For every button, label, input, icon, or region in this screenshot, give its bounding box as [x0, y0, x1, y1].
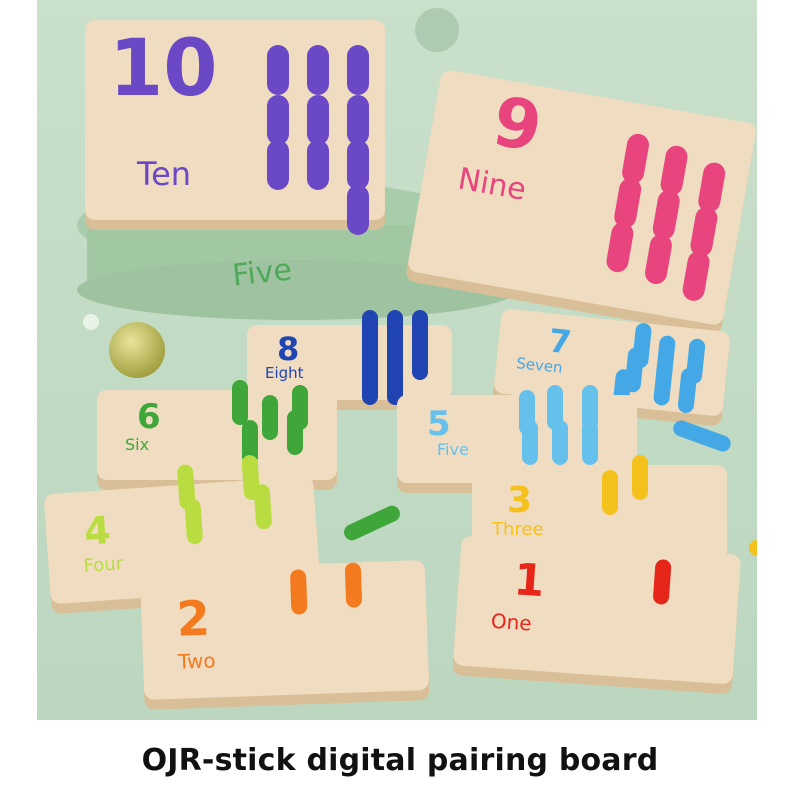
board-two: 2Two	[140, 560, 430, 710]
board-number: 10	[109, 24, 218, 114]
peg	[232, 380, 248, 425]
board-number: 1	[512, 554, 546, 607]
board-word: Two	[177, 648, 216, 673]
board-number: 4	[83, 508, 112, 554]
peg	[307, 95, 329, 145]
peg	[267, 45, 289, 95]
peg	[253, 484, 272, 530]
peg	[653, 559, 672, 605]
ball	[109, 322, 165, 378]
peg	[262, 395, 278, 440]
peg	[307, 45, 329, 95]
peg	[290, 569, 308, 615]
peg	[412, 335, 428, 380]
board-word: Eight	[265, 364, 304, 382]
board-word: Four	[83, 553, 124, 577]
peg	[307, 140, 329, 190]
board-word: Six	[125, 435, 149, 454]
board-number: 3	[507, 480, 532, 521]
board-six: 6Six	[97, 380, 337, 490]
board-number: 8	[277, 330, 299, 368]
board-word: One	[490, 609, 532, 636]
pedestal-text: Five	[231, 253, 294, 294]
board-number: 6	[137, 397, 161, 437]
peg	[362, 360, 378, 405]
product-photo: Five 10 Ten 9 Nine 8 Eight 7 Seven 6 Six 5 Five 4 Fou…	[37, 0, 757, 720]
peg	[347, 140, 369, 190]
peg	[184, 499, 203, 545]
peg	[267, 140, 289, 190]
sun-icon	[83, 314, 99, 330]
peg	[344, 562, 362, 608]
board-number: 7	[547, 321, 573, 361]
board-word: Three	[491, 519, 544, 540]
board-ten: 10 Ten	[85, 20, 385, 235]
peg	[267, 95, 289, 145]
peg	[347, 45, 369, 95]
peg	[347, 95, 369, 145]
bubble	[415, 8, 459, 52]
board-one: 1One	[452, 536, 741, 694]
peg	[287, 410, 303, 455]
caption: OJR-stick digital pairing board	[141, 742, 659, 778]
board-word: Ten	[136, 155, 191, 193]
peg	[632, 455, 648, 500]
peg	[552, 420, 568, 465]
board-number: 5	[427, 404, 451, 444]
board-word: Five	[437, 440, 469, 459]
board-number: 2	[176, 591, 211, 648]
peg	[522, 420, 538, 465]
peg	[582, 420, 598, 465]
peg	[347, 185, 369, 235]
peg	[602, 470, 618, 515]
